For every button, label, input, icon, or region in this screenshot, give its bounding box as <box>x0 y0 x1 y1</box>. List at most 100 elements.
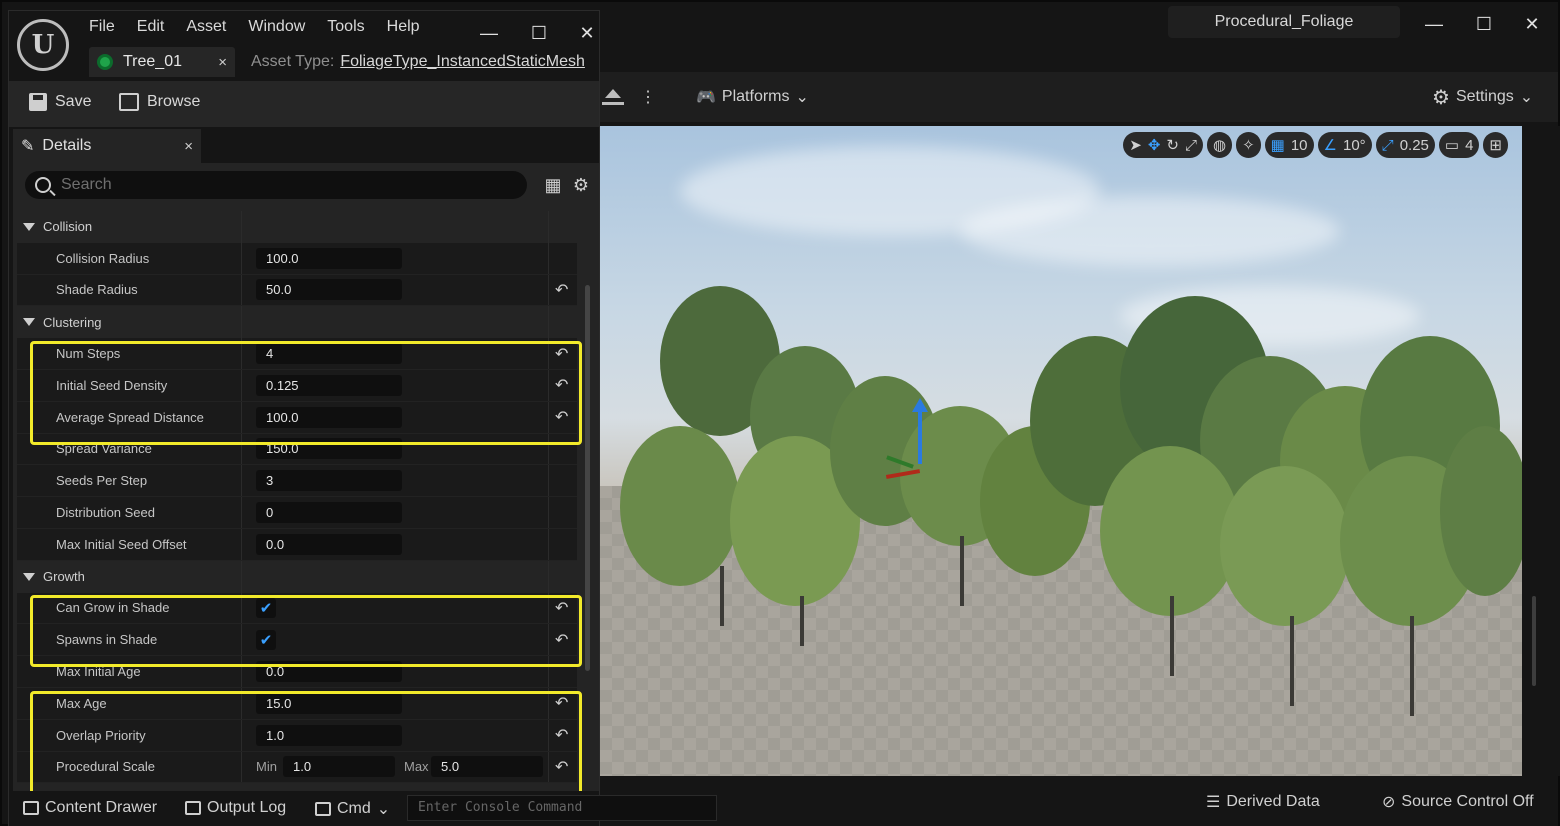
transform-gizmo[interactable] <box>885 398 936 488</box>
search-box <box>25 171 527 199</box>
menu-help[interactable]: Help <box>387 15 420 39</box>
num-steps-field[interactable]: 4 <box>256 343 402 365</box>
close-tab-icon[interactable]: × <box>218 54 227 71</box>
rotation-snap[interactable]: ∠ 10° <box>1317 132 1372 158</box>
camera-speed[interactable]: ▭ 4 <box>1438 132 1480 158</box>
grid-icon: ▦ <box>1270 137 1285 154</box>
scale-snap-icon: ⤢ <box>1381 136 1394 154</box>
asset-type-link[interactable]: FoliageType_InstancedStaticMesh <box>340 53 585 71</box>
scale-snap[interactable]: ⤢ 0.25 <box>1375 132 1435 158</box>
menu-tools[interactable]: Tools <box>327 15 364 39</box>
cmd-dropdown[interactable]: Cmd ⌄ <box>315 799 390 819</box>
scale-icon[interactable]: ⤢ <box>1185 137 1197 154</box>
content-drawer-button[interactable]: Content Drawer <box>23 799 157 817</box>
collapse-arrow-icon <box>23 222 35 231</box>
menu-file[interactable]: File <box>89 15 115 39</box>
level-viewport[interactable]: ➤ ✥ ↻ ⤢ ◍ ✧ ▦ 10 ∠ 10° ⤢ 0.25 ▭ 4 ⊞ <box>600 126 1522 776</box>
output-log-button[interactable]: Output Log <box>185 799 286 817</box>
collapse-arrow-icon <box>23 572 35 581</box>
property-row: Overlap Priority 1.0 ↶ <box>17 719 577 752</box>
asset-titlebar: U File Edit Asset Window Tools Help — ☐ … <box>9 11 599 79</box>
property-label: Initial Seed Density <box>56 377 168 393</box>
overlap-priority-field[interactable]: 1.0 <box>256 724 402 746</box>
pencil-icon: ✎ <box>21 138 35 155</box>
platforms-menu[interactable]: 🎮 Platforms ⌄ <box>696 82 809 112</box>
translate-icon[interactable]: ✥ <box>1148 136 1161 154</box>
asset-close-button[interactable]: ✕ <box>573 21 601 45</box>
spread-variance-field[interactable]: 150.0 <box>256 438 402 460</box>
property-row: Distribution Seed 0 <box>17 497 577 529</box>
console-input[interactable]: Enter Console Command <box>407 795 717 821</box>
derived-data-button[interactable]: ☰ Derived Data <box>1206 792 1320 812</box>
reset-arrow-icon[interactable]: ↶ <box>555 407 568 427</box>
grid-snap[interactable]: ▦ 10 <box>1264 132 1314 158</box>
can-grow-in-shade-checkbox[interactable]: ✔ <box>256 597 276 618</box>
browse-button[interactable]: Browse <box>119 93 200 111</box>
menu-window[interactable]: Window <box>248 15 305 39</box>
reset-arrow-icon[interactable]: ↶ <box>555 375 568 395</box>
eject-button[interactable] <box>602 82 624 112</box>
section-collision[interactable]: Collision <box>17 211 577 243</box>
property-label: Num Steps <box>56 346 121 362</box>
world-local-toggle[interactable]: ◍ <box>1206 132 1233 158</box>
camera-speed-value: 4 <box>1465 136 1474 154</box>
rotate-icon[interactable]: ↻ <box>1166 136 1179 154</box>
table-view-icon[interactable]: ▦ <box>543 175 563 195</box>
asset-minimize-button[interactable]: — <box>475 21 503 45</box>
camera-icon: ▭ <box>1444 137 1460 154</box>
settings-label: Settings <box>1455 88 1514 105</box>
max-age-field[interactable]: 15.0 <box>256 692 402 714</box>
settings-menu[interactable]: ⚙ Settings ⌄ <box>1432 82 1533 112</box>
reset-arrow-icon[interactable]: ↶ <box>555 598 568 618</box>
source-control-label: Source Control Off <box>1401 793 1534 810</box>
source-control-button[interactable]: ⊘ Source Control Off <box>1382 792 1534 812</box>
reset-arrow-icon[interactable]: ↶ <box>555 630 568 650</box>
section-clustering[interactable]: Clustering <box>17 306 577 339</box>
more-options-icon[interactable]: ⋮ <box>640 82 656 112</box>
spawns-in-shade-checkbox[interactable]: ✔ <box>256 629 276 650</box>
surface-snap-toggle[interactable]: ✧ <box>1236 132 1261 158</box>
distribution-seed-field[interactable]: 0 <box>256 502 402 524</box>
max-initial-age-field[interactable]: 0.0 <box>256 661 402 683</box>
main-close-button[interactable]: ✕ <box>1514 8 1550 40</box>
property-label: Max Age <box>56 695 107 711</box>
document-tab[interactable]: Tree_01 × <box>89 47 235 77</box>
max-initial-seed-offset-field[interactable]: 0.0 <box>256 533 402 555</box>
procedural-scale-min-field[interactable]: 1.0 <box>283 756 395 778</box>
reset-arrow-icon[interactable]: ↶ <box>555 725 568 745</box>
gamepad-icon: 🎮 <box>696 89 716 106</box>
menu-edit[interactable]: Edit <box>137 15 165 39</box>
shade-radius-field[interactable]: 50.0 <box>256 279 402 301</box>
average-spread-distance-field[interactable]: 100.0 <box>256 406 402 428</box>
property-label: Seeds Per Step <box>56 473 148 489</box>
max-label: Max <box>404 759 429 775</box>
procedural-scale-max-field[interactable]: 5.0 <box>431 756 543 778</box>
reset-arrow-icon[interactable]: ↶ <box>555 757 568 777</box>
save-button[interactable]: Save <box>29 93 91 111</box>
scrollbar[interactable] <box>1532 596 1536 686</box>
details-scrollbar[interactable] <box>583 211 591 787</box>
section-growth[interactable]: Growth <box>17 560 577 593</box>
level-tab[interactable]: Procedural_Foliage <box>1168 6 1400 38</box>
property-label: Distribution Seed <box>56 505 155 521</box>
details-tab[interactable]: ✎ Details × <box>13 129 201 163</box>
browse-label: Browse <box>147 93 201 110</box>
search-input[interactable] <box>61 176 501 194</box>
main-maximize-button[interactable]: ☐ <box>1466 8 1502 40</box>
main-minimize-button[interactable]: — <box>1416 8 1452 40</box>
globe-icon: ◍ <box>1212 137 1227 154</box>
asset-maximize-button[interactable]: ☐ <box>525 21 553 45</box>
seeds-per-step-field[interactable]: 3 <box>256 470 402 492</box>
select-icon[interactable]: ➤ <box>1129 136 1142 154</box>
platforms-label: Platforms <box>721 88 790 105</box>
viewport-layout[interactable]: ⊞ <box>1483 132 1508 158</box>
menu-asset[interactable]: Asset <box>186 15 226 39</box>
collision-radius-field[interactable]: 100.0 <box>256 247 402 269</box>
reset-arrow-icon[interactable]: ↶ <box>555 280 568 300</box>
initial-seed-density-field[interactable]: 0.125 <box>256 374 402 396</box>
layout-icon: ⊞ <box>1489 137 1502 154</box>
reset-arrow-icon[interactable]: ↶ <box>555 693 568 713</box>
close-details-icon[interactable]: × <box>184 138 193 155</box>
reset-arrow-icon[interactable]: ↶ <box>555 344 568 364</box>
gear-icon[interactable]: ⚙ <box>571 175 591 195</box>
